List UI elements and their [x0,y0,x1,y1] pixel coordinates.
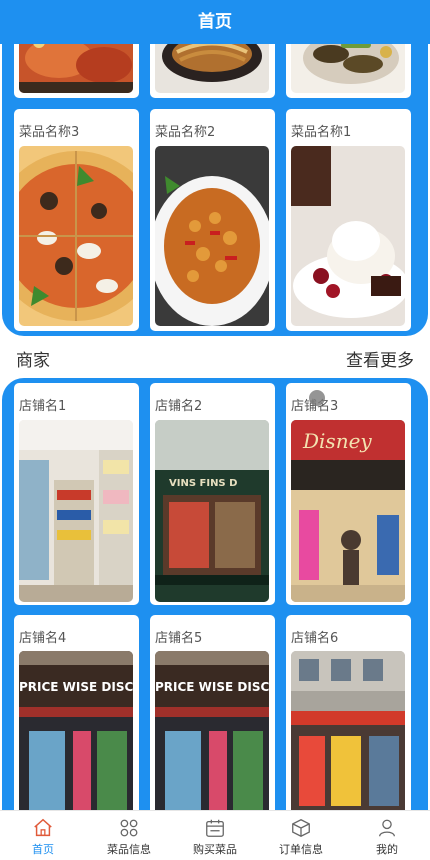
dish-card-1[interactable]: 菜品名称3 [14,109,139,331]
shop-card-6[interactable]: 店铺名6 [286,615,411,818]
tab-label: 购买菜品 [193,843,237,856]
shop-card-5[interactable]: 店铺名5 PRICE WISE DISCOU [150,615,275,818]
disney-sign-text: Disney [302,429,372,453]
shop-image-street [291,651,405,818]
page-title: 首页 [0,0,430,44]
tab-label: 订单信息 [279,843,323,856]
shop-name: 店铺名2 [155,399,203,414]
shops-panel: 店铺名1 店铺名2 VINS FINS D 店铺名3 Disney 店铺名4 P… [2,378,428,818]
bottom-tab-bar: 首页 菜品信息 购买菜品 订单信息 我的 [0,810,430,860]
pricewise-sign-text: PRICE WISE DISCOU [155,680,269,694]
user-icon [379,819,395,837]
shops-section-title: 商家 [16,351,50,371]
shop-image-pricewise-2: PRICE WISE DISCOU [155,651,269,818]
dish-image-pizza [19,146,133,326]
shop-image-pricewise-1: PRICE WISE DISCOU [19,651,133,818]
tab-label: 菜品信息 [107,843,151,856]
shop-card-2[interactable]: 店铺名2 VINS FINS D [150,383,275,605]
shop-card-3[interactable]: 店铺名3 Disney [286,383,411,605]
shops-section-bar: 商家 查看更多 [0,336,430,378]
tab-orders[interactable]: 订单信息 [258,811,344,860]
dish-card-2[interactable]: 菜品名称2 [150,109,275,331]
floating-indicator-dot [309,390,325,406]
tab-dishes[interactable]: 菜品信息 [86,811,172,860]
tab-label: 首页 [32,843,54,856]
tab-home[interactable]: 首页 [0,811,86,860]
dish-image-dessert [291,146,405,326]
box-icon [292,819,310,837]
shop-name: 店铺名5 [155,631,203,646]
tab-buy[interactable]: 购买菜品 [172,811,258,860]
dish-name: 菜品名称1 [291,125,352,140]
shop-name: 店铺名4 [19,631,67,646]
grid-icon [120,819,138,837]
home-icon [34,818,52,837]
cart-calendar-icon [206,819,224,837]
tab-label: 我的 [376,843,398,856]
dish-name: 菜品名称3 [19,125,80,140]
dish-image-spicy-chicken [155,146,269,326]
dishes-panel: 菜品名称3 菜品名称2 菜品名称1 [2,30,428,336]
shop-image-wine: VINS FINS D [155,420,269,602]
tab-mine[interactable]: 我的 [344,811,430,860]
shop-image-supermarket [19,420,133,602]
pricewise-sign-text: PRICE WISE DISCOU [19,680,133,694]
shop-name: 店铺名6 [291,631,339,646]
dish-card-3[interactable]: 菜品名称1 [286,109,411,331]
wine-sign-text: VINS FINS D [169,478,237,489]
shop-card-4[interactable]: 店铺名4 PRICE WISE DISCOU [14,615,139,818]
shop-image-disney: Disney [291,420,405,602]
shop-name: 店铺名1 [19,399,67,414]
app-root: 首页 菜品名称3 菜品名称2 菜品名称1 商家 查看更多 店铺名1 店铺名2 V… [0,0,430,860]
shop-card-1[interactable]: 店铺名1 [14,383,139,605]
view-more-link[interactable]: 查看更多 [346,346,414,371]
dish-name: 菜品名称2 [155,125,216,140]
